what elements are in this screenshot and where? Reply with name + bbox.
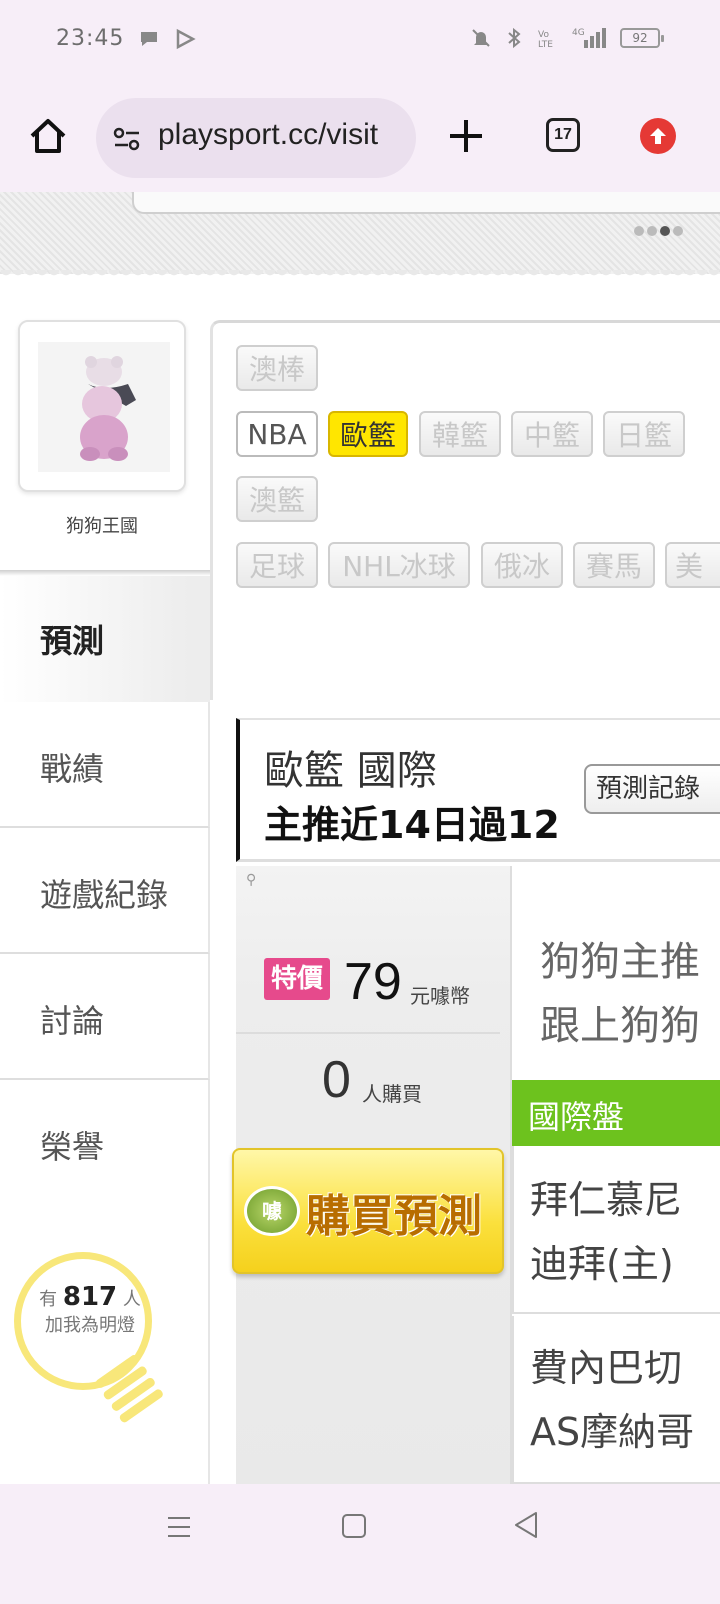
nav-item-honors[interactable]: 榮譽	[0, 1080, 210, 1206]
new-tab-plus-icon[interactable]	[446, 116, 486, 156]
card-title: 歐籃 國際	[264, 748, 437, 794]
match-1-home: 拜仁慕尼	[530, 1178, 683, 1222]
tag-nba[interactable]: NBA	[236, 411, 318, 457]
recents-menu-icon[interactable]	[164, 1512, 194, 1542]
prediction-record-button[interactable]: 預測記錄	[584, 764, 720, 814]
header-bar	[132, 192, 720, 214]
match-2-home: 費內巴切	[530, 1346, 683, 1390]
battery-level: 92	[632, 31, 648, 45]
buyers-count: 0	[322, 1051, 351, 1109]
nav-item-predictions[interactable]	[0, 576, 210, 702]
profile-name[interactable]: 狗狗王國	[18, 512, 186, 538]
buyers-label: 人購買	[362, 1082, 422, 1106]
nav-item-record[interactable]: 戰績	[0, 702, 210, 828]
nav-item-label: 榮譽	[40, 1128, 105, 1166]
bear-figure-icon	[80, 356, 136, 461]
browser-toolbar: playsport.cc/visit 17	[0, 84, 720, 192]
play-store-icon	[176, 28, 196, 50]
status-bar: 23:45 Vo LTE 4G 92	[0, 0, 720, 84]
tab-switcher-button[interactable]: 17	[546, 118, 580, 152]
mute-icon	[472, 29, 490, 47]
svg-text:Vo: Vo	[538, 30, 549, 40]
back-triangle-icon[interactable]	[512, 1510, 540, 1540]
coin-seal-label: 噱	[262, 1199, 282, 1223]
tag-soccer[interactable]: 足球	[236, 542, 318, 588]
tag-china-basketball[interactable]: 中籃	[511, 411, 593, 457]
status-indicators: Vo LTE 4G 92	[470, 26, 664, 50]
nav-item-label: 戰績	[40, 750, 105, 788]
fans-suffix: 人	[122, 1289, 141, 1310]
buy-prediction-label: 購買預測	[306, 1191, 482, 1242]
fans-prefix: 有	[39, 1289, 58, 1310]
avatar[interactable]	[18, 320, 186, 492]
status-notifications	[138, 28, 196, 50]
divider	[236, 1032, 500, 1034]
fans-count-text[interactable]: 有 817 人 加我為明燈	[30, 1284, 150, 1339]
desc-line-1: 狗狗主推	[540, 939, 700, 985]
update-arrow-icon[interactable]	[640, 118, 676, 154]
nav-item-label: 討論	[40, 1002, 105, 1040]
fans-count: 817	[62, 1282, 118, 1312]
tag-japan-basketball[interactable]: 日籃	[603, 411, 685, 457]
tag-aus-baseball[interactable]: 澳棒	[236, 345, 318, 391]
tag-aus-basketball[interactable]: 澳籃	[236, 476, 318, 522]
special-price-badge: 特價	[264, 958, 330, 1000]
prediction-description: 狗狗主推 跟上狗狗	[540, 930, 700, 1058]
chat-bubble-icon	[141, 32, 157, 46]
avatar-image	[38, 342, 170, 472]
home-square-icon[interactable]	[340, 1512, 368, 1540]
tag-more[interactable]: 美	[665, 542, 720, 588]
system-nav-bar	[0, 1484, 720, 1604]
volte-icon: VoLTE	[538, 30, 553, 49]
match-2-text: 費內巴切 AS摩納哥	[530, 1336, 694, 1464]
nav-item-label: 遊戲紀錄	[40, 876, 169, 914]
svg-text:LTE: LTE	[538, 40, 553, 49]
svg-text:4G: 4G	[572, 28, 585, 38]
url-text: playsport.cc/visit	[158, 118, 379, 151]
home-icon[interactable]	[26, 114, 70, 158]
bluetooth-icon	[508, 27, 521, 49]
desc-line-2: 跟上狗狗	[540, 1003, 700, 1049]
tag-nhl[interactable]: NHL冰球	[328, 542, 470, 588]
market-label: 國際盤	[528, 1098, 625, 1136]
match-1-away: 迪拜(主)	[530, 1242, 674, 1286]
card-subtitle: 主推近14日過12	[264, 803, 560, 847]
fans-cta: 加我為明燈	[45, 1315, 135, 1336]
price-unit: 元噱幣	[410, 984, 470, 1008]
tag-korea-basketball[interactable]: 韓籃	[419, 411, 501, 457]
battery-icon: 92	[620, 28, 664, 48]
pin-icon: ⚲	[246, 872, 257, 888]
match-1-text: 拜仁慕尼 迪拜(主)	[530, 1168, 682, 1296]
nav-item-predictions-label: 預測	[40, 622, 105, 660]
nav-item-game-history[interactable]: 遊戲紀錄	[0, 828, 210, 954]
tag-russia-hockey[interactable]: 俄冰	[481, 542, 563, 588]
url-bar[interactable]: playsport.cc/visit	[96, 98, 416, 178]
tag-euro-basketball[interactable]: 歐籃	[328, 411, 408, 457]
carousel-dots[interactable]	[634, 226, 683, 236]
nav-item-discussion[interactable]: 討論	[0, 954, 210, 1080]
site-settings-icon[interactable]	[112, 124, 142, 154]
tag-horse-racing[interactable]: 賽馬	[573, 542, 655, 588]
status-time: 23:45	[56, 26, 125, 51]
match-2-away: AS摩納哥	[530, 1410, 695, 1454]
coin-seal-icon: 噱	[244, 1186, 300, 1236]
signal-4g-icon: 4G	[572, 28, 606, 48]
price-value: 79	[344, 953, 402, 1011]
